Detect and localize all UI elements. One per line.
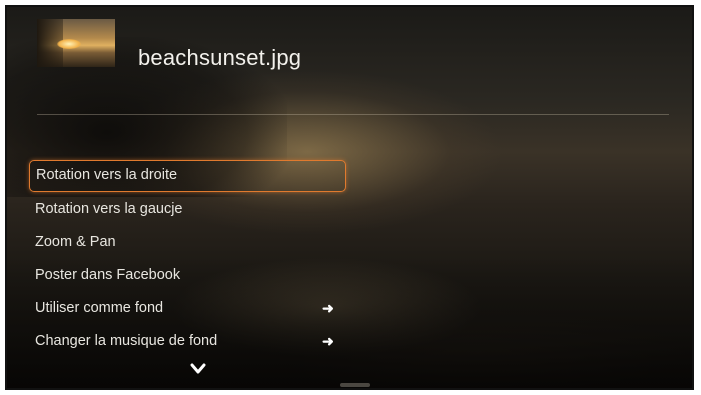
menu-item-label: Rotation vers la gaucje [35, 201, 183, 217]
menu-item-label: Changer la musique de fond [35, 333, 218, 349]
scroll-handle[interactable] [340, 383, 370, 387]
thumbnail-sun [57, 39, 81, 49]
menu-item-zoom-pan[interactable]: Zoom & Pan [29, 226, 379, 259]
submenu-arrow-icon: ➜ [322, 300, 334, 316]
menu-item-post-facebook[interactable]: Poster dans Facebook [29, 259, 379, 292]
options-menu: Rotation vers la droite Rotation vers la… [29, 160, 379, 358]
menu-item-label: Rotation vers la droite [36, 167, 178, 183]
menu-item-set-background[interactable]: Utiliser comme fond ➜ [29, 292, 379, 325]
header-divider [37, 114, 669, 115]
menu-item-label: Zoom & Pan [35, 234, 116, 250]
photo-options-screen: beachsunset.jpg Rotation vers la droite … [5, 5, 694, 390]
menu-item-rotate-right[interactable]: Rotation vers la droite [29, 160, 346, 192]
chevron-down-icon[interactable] [189, 362, 207, 376]
menu-item-change-music[interactable]: Changer la musique de fond ➜ [29, 325, 379, 358]
menu-item-label: Poster dans Facebook [35, 267, 181, 283]
submenu-arrow-icon: ➜ [322, 333, 334, 349]
menu-item-rotate-left[interactable]: Rotation vers la gaucje [29, 193, 379, 226]
menu-item-label: Utiliser comme fond [35, 300, 164, 316]
photo-thumbnail [37, 19, 115, 67]
file-name-title: beachsunset.jpg [138, 45, 302, 70]
